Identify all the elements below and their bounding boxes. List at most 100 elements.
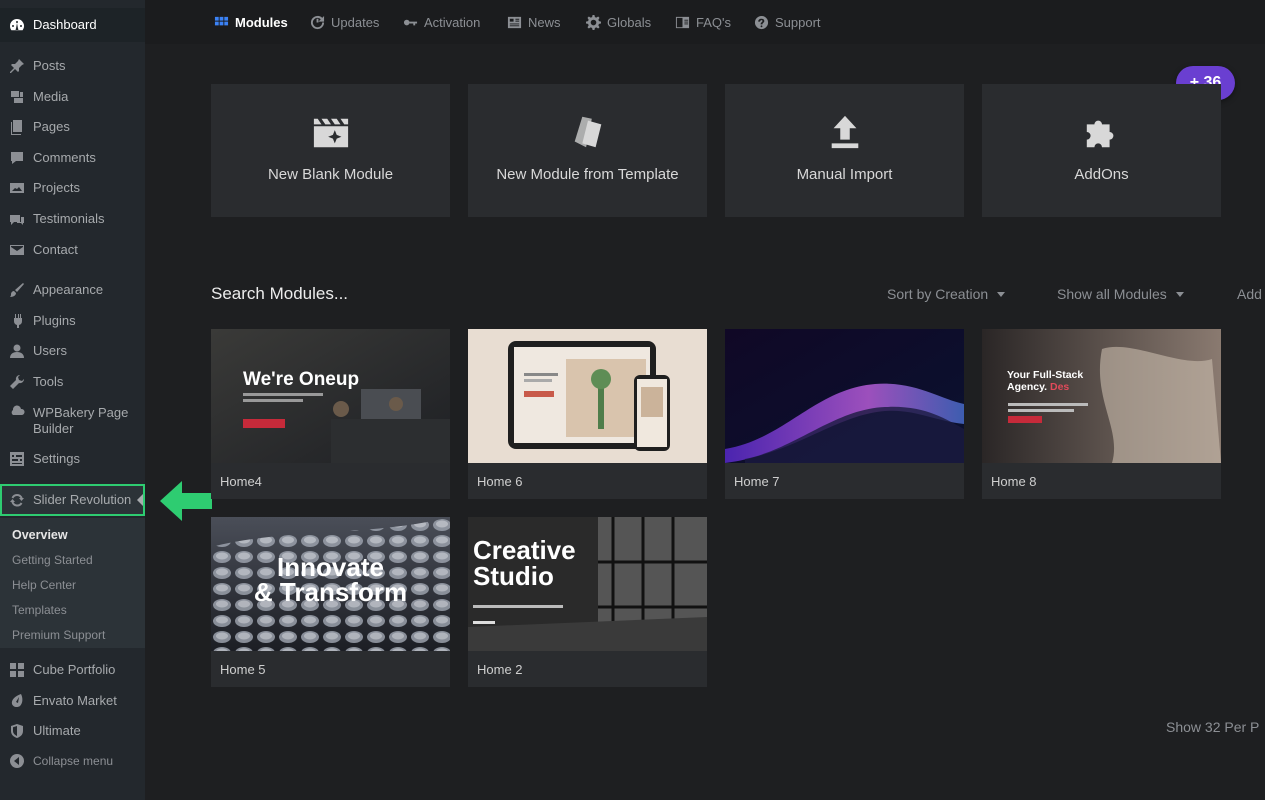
highlight-arrow-icon	[160, 481, 212, 521]
sidebar-item-label: Settings	[33, 451, 80, 466]
addons-card[interactable]: AddOns	[982, 84, 1221, 217]
gear-icon	[585, 14, 601, 30]
news-icon	[506, 14, 522, 30]
sidebar-item-cube-portfolio[interactable]: Cube Portfolio	[0, 662, 145, 678]
tab-label: Updates	[331, 14, 380, 30]
sort-dropdown[interactable]: Sort by Creation	[887, 286, 1006, 302]
media-icon	[9, 89, 25, 105]
sidebar-item-tools[interactable]: Tools	[0, 374, 145, 390]
sidebar-item-label: Envato Market	[33, 693, 117, 708]
tab-activation[interactable]: Activation	[402, 0, 480, 44]
per-page-selector[interactable]: Show 32 Per P	[1166, 719, 1259, 735]
tab-label: Activation	[424, 14, 481, 30]
slider-revolution-submenu: Overview Getting Started Help Center Tem…	[0, 518, 145, 648]
template-cards-icon	[568, 112, 608, 152]
sidebar-item-testimonials[interactable]: Testimonials	[0, 211, 145, 227]
sidebar-item-pages[interactable]: Pages	[0, 119, 145, 135]
sidebar-item-wpbakery[interactable]: WPBakery Page Builder	[0, 405, 145, 437]
tab-label: FAQ's	[696, 14, 731, 30]
sidebar-item-appearance[interactable]: Appearance	[0, 282, 145, 298]
settings-icon	[9, 451, 25, 467]
top-navigation: Modules Updates Activation News Globals …	[145, 0, 1265, 44]
grid-icon	[9, 662, 25, 678]
submenu-item-getting-started[interactable]: Getting Started	[12, 553, 93, 567]
sidebar-item-label: WPBakery Page Builder	[33, 405, 129, 436]
card-label: New Module from Template	[496, 166, 679, 183]
active-indicator-arrow	[137, 494, 143, 506]
sidebar-item-label: Dashboard	[33, 17, 97, 32]
brush-icon	[9, 282, 25, 298]
caret-down-icon	[1175, 291, 1184, 297]
filter-dropdown[interactable]: Show all Modules	[1057, 286, 1184, 302]
new-blank-module-card[interactable]: New Blank Module	[211, 84, 450, 217]
plug-icon	[9, 313, 25, 329]
sidebar-item-envato-market[interactable]: Envato Market	[0, 693, 145, 709]
sort-label: Sort by Creation	[887, 286, 989, 302]
collapse-menu-button[interactable]: Collapse menu	[0, 753, 145, 769]
tab-updates[interactable]: Updates	[309, 0, 379, 44]
manual-import-card[interactable]: Manual Import	[725, 84, 964, 217]
sidebar-item-settings[interactable]: Settings	[0, 451, 145, 467]
grid-icon	[213, 14, 229, 30]
sidebar-item-label: Projects	[33, 180, 80, 195]
headline-part: Agency.	[1007, 381, 1048, 393]
comments-icon	[9, 150, 25, 166]
search-modules-input[interactable]: Search Modules...	[211, 284, 348, 304]
thumbnail-headline: We're Oneup	[243, 369, 360, 390]
sidebar-item-label: Media	[33, 89, 69, 104]
module-thumbnail	[468, 329, 707, 463]
faq-icon	[674, 14, 690, 30]
module-name: Home 2	[477, 662, 523, 677]
key-icon	[402, 14, 418, 30]
collapse-menu-label: Collapse menu	[33, 754, 114, 768]
submenu-item-templates[interactable]: Templates	[12, 603, 67, 617]
sidebar-item-label: Cube Portfolio	[33, 662, 116, 677]
tab-label: Modules	[235, 14, 288, 30]
tab-faqs[interactable]: FAQ's	[674, 0, 731, 44]
tab-modules[interactable]: Modules	[213, 0, 288, 44]
submenu-item-premium-support[interactable]: Premium Support	[12, 628, 105, 642]
module-tile-home4[interactable]: We're Oneup Home4	[211, 329, 450, 499]
headline-part-accent: Des	[1050, 381, 1070, 393]
sidebar-item-dashboard[interactable]: Dashboard	[0, 8, 145, 42]
module-tile-home8[interactable]: Your Full-Stack Agency. Des Home 8	[982, 329, 1221, 499]
dashboard-icon	[9, 17, 25, 33]
sidebar-item-users[interactable]: Users	[0, 343, 145, 359]
module-tile-home6[interactable]: Home 6	[468, 329, 707, 499]
collapse-icon	[9, 753, 25, 769]
wrench-icon	[9, 374, 25, 390]
headline-line: Studio	[473, 561, 554, 591]
sidebar-item-posts[interactable]: Posts	[0, 58, 145, 74]
tab-support[interactable]: Support	[753, 0, 821, 44]
tab-label: Globals	[607, 14, 652, 30]
sidebar-item-ultimate[interactable]: Ultimate	[0, 723, 145, 739]
tab-globals[interactable]: Globals	[585, 0, 651, 44]
sidebar-item-plugins[interactable]: Plugins	[0, 313, 145, 329]
module-thumbnail	[725, 329, 964, 463]
module-tile-home7[interactable]: Home 7	[725, 329, 964, 499]
new-module-from-template-card[interactable]: New Module from Template	[468, 84, 707, 217]
module-thumbnail: Your Full-Stack Agency. Des	[982, 329, 1221, 463]
tab-news[interactable]: News	[506, 0, 561, 44]
sidebar-item-media[interactable]: Media	[0, 89, 145, 105]
sidebar-item-contact[interactable]: Contact	[0, 242, 145, 258]
sidebar-item-comments[interactable]: Comments	[0, 150, 145, 166]
submenu-item-help-center[interactable]: Help Center	[12, 578, 76, 592]
headline-line: Your Full-Stack	[1007, 369, 1084, 381]
pin-icon	[9, 58, 25, 74]
module-thumbnail: Creative Studio	[468, 517, 707, 651]
sidebar-item-label: Tools	[33, 374, 64, 389]
module-tile-home2[interactable]: Creative Studio Home 2	[468, 517, 707, 687]
pages-icon	[9, 119, 25, 135]
sidebar-item-projects[interactable]: Projects	[0, 180, 145, 196]
headline-line: & Transform	[253, 577, 408, 607]
admin-sidebar: Dashboard Posts Media Pages Comments Pro…	[0, 0, 145, 800]
module-name: Home 7	[734, 474, 780, 489]
add-dropdown[interactable]: Add	[1237, 286, 1262, 302]
caret-down-icon	[997, 291, 1006, 297]
module-tile-home5[interactable]: Innovate & Transform Home 5	[211, 517, 450, 687]
thumbnail-headline: Creative Studio	[473, 537, 576, 589]
clapper-icon	[311, 112, 351, 152]
sidebar-item-slider-revolution[interactable]: Slider Revolution	[0, 484, 145, 516]
submenu-item-overview[interactable]: Overview	[12, 528, 68, 542]
